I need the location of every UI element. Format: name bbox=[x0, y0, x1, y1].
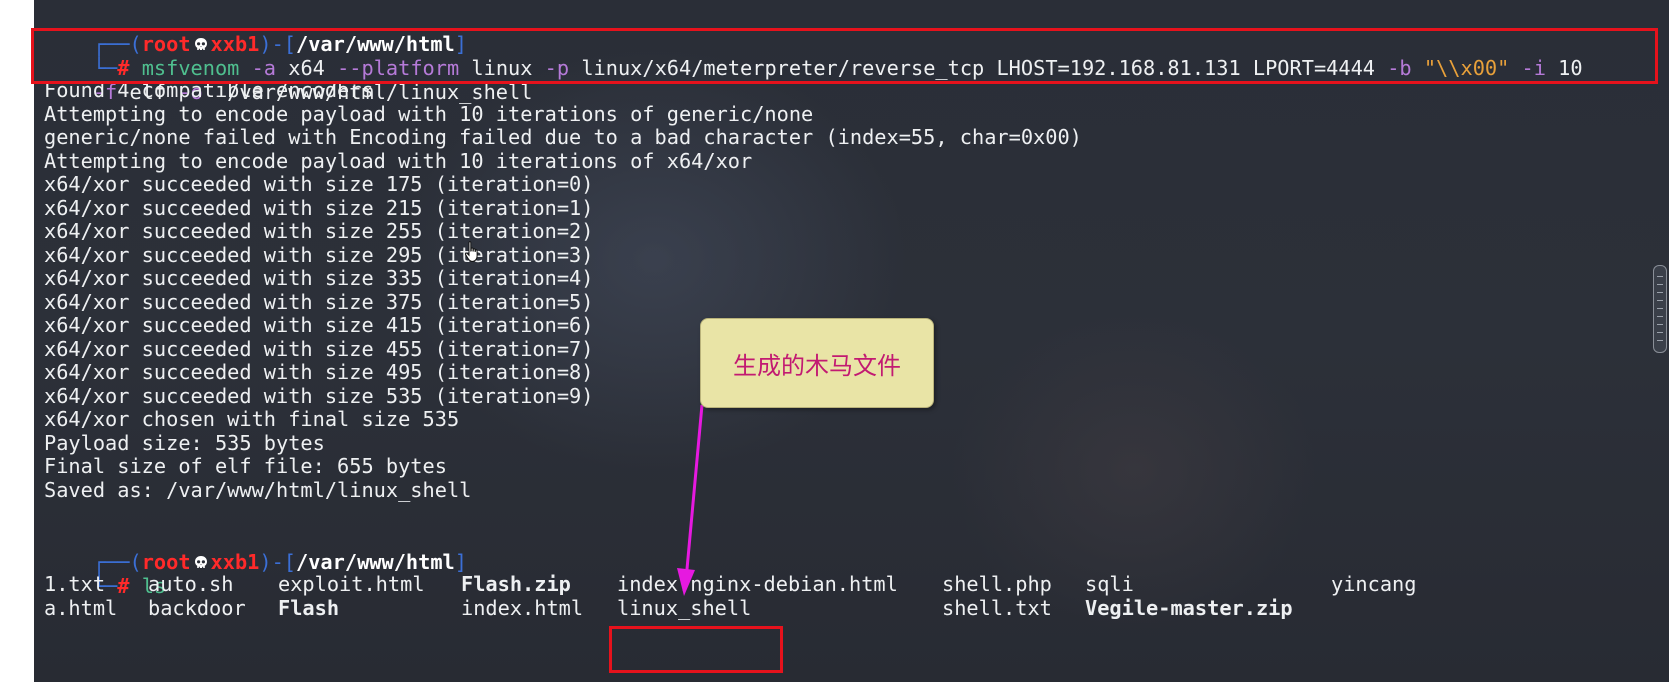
callout-text: 生成的木马文件 bbox=[733, 351, 901, 380]
callout-note: 生成的木马文件 bbox=[700, 318, 934, 408]
